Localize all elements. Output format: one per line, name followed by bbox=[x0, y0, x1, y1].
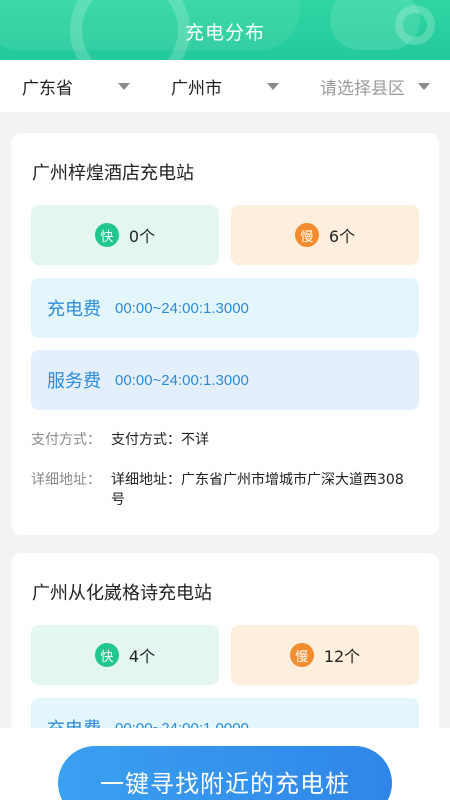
chevron-down-icon bbox=[267, 83, 279, 90]
address-key: 详细地址： bbox=[31, 472, 101, 488]
header-banner: 充电分布 bbox=[0, 0, 450, 60]
service-fee-label: 服务费 bbox=[47, 371, 101, 392]
slow-charger-count: 慢 12个 bbox=[231, 625, 419, 685]
station-card[interactable]: 广州梓煌酒店充电站 快 0个 慢 6个 充电费 00:00~24:00:1.30… bbox=[11, 133, 439, 535]
address-row: 详细地址： 详细地址：广东省广州市增城市广深大道西308号 bbox=[31, 470, 419, 510]
county-placeholder: 请选择县区 bbox=[320, 78, 405, 99]
address-value: 详细地址：广东省广州市增城市广深大道西308号 bbox=[111, 472, 404, 508]
charge-fee-row: 充电费 00:00~24:00:1.3000 bbox=[31, 278, 419, 338]
payment-value: 支付方式：不详 bbox=[111, 432, 209, 448]
payment-row: 支付方式： 支付方式：不详 bbox=[31, 430, 419, 450]
charge-fee-label: 充电费 bbox=[47, 299, 101, 320]
slow-count: 12个 bbox=[323, 647, 361, 666]
county-dropdown[interactable]: 请选择县区 bbox=[320, 60, 430, 112]
slow-charger-count: 慢 6个 bbox=[231, 205, 419, 265]
province-label: 广东省 bbox=[22, 78, 73, 99]
slow-count: 6个 bbox=[328, 227, 356, 246]
chevron-down-icon bbox=[118, 83, 130, 90]
fast-badge-icon: 快 bbox=[94, 643, 119, 667]
find-nearby-charger-button[interactable]: 一键寻找附近的充电桩 bbox=[58, 746, 392, 800]
fast-badge-icon: 快 bbox=[94, 223, 119, 247]
page-title: 充电分布 bbox=[184, 22, 265, 44]
region-filter-bar: 广东省 广州市 请选择县区 bbox=[0, 60, 450, 112]
service-fee-row: 服务费 00:00~24:00:1.3000 bbox=[31, 350, 419, 410]
chevron-down-icon bbox=[418, 83, 430, 90]
charge-fee-value: 00:00~24:00:1.3000 bbox=[115, 299, 249, 317]
city-dropdown[interactable]: 广州市 bbox=[171, 60, 279, 112]
station-list[interactable]: 广州梓煌酒店充电站 快 0个 慢 6个 充电费 00:00~24:00:1.30… bbox=[0, 112, 450, 800]
slow-badge-icon: 慢 bbox=[294, 223, 319, 247]
fast-charger-count: 快 4个 bbox=[31, 625, 219, 685]
station-name: 广州梓煌酒店充电站 bbox=[32, 163, 194, 184]
service-fee-value: 00:00~24:00:1.3000 bbox=[115, 371, 249, 389]
slow-badge-icon: 慢 bbox=[289, 643, 314, 667]
fast-charger-count: 快 0个 bbox=[31, 205, 219, 265]
payment-key: 支付方式： bbox=[31, 432, 101, 448]
fast-count: 4个 bbox=[128, 647, 156, 666]
province-dropdown[interactable]: 广东省 bbox=[22, 60, 130, 112]
fast-count: 0个 bbox=[128, 227, 156, 246]
city-label: 广州市 bbox=[171, 78, 222, 99]
station-name: 广州从化崴格诗充电站 bbox=[32, 583, 212, 604]
